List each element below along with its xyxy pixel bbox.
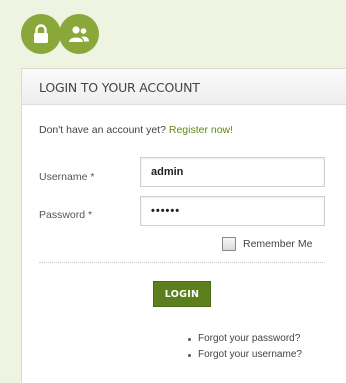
lock-icon[interactable] — [21, 14, 61, 54]
bullet-icon — [188, 337, 191, 341]
remember-me-checkbox[interactable] — [222, 237, 236, 251]
login-button[interactable]: LOGIN — [153, 281, 211, 307]
register-link[interactable]: Register now! — [169, 124, 233, 136]
panel-title: LOGIN TO YOUR ACCOUNT — [39, 80, 200, 95]
username-label: Username * — [39, 171, 95, 183]
remember-me-label[interactable]: Remember Me — [243, 238, 312, 250]
login-page: LOGIN TO YOUR ACCOUNT Don't have an acco… — [0, 0, 346, 383]
password-label: Password * — [39, 209, 93, 221]
panel-header: LOGIN TO YOUR ACCOUNT — [22, 69, 346, 105]
login-panel: LOGIN TO YOUR ACCOUNT Don't have an acco… — [21, 68, 346, 383]
bullet-icon — [188, 353, 191, 357]
list-item: Forgot your password? — [188, 331, 302, 347]
username-field[interactable]: admin — [140, 157, 325, 187]
remember-me[interactable]: Remember Me — [222, 236, 312, 252]
list-item: Forgot your username? — [188, 347, 302, 363]
users-icon[interactable] — [59, 14, 99, 54]
help-links: Forgot your password? Forgot your userna… — [188, 331, 302, 363]
forgot-password-link[interactable]: Forgot your password? — [198, 331, 300, 347]
signup-prompt: Don't have an account yet? Register now! — [39, 124, 233, 136]
divider — [39, 262, 325, 263]
password-field[interactable]: •••••• — [140, 196, 325, 226]
signup-prompt-text: Don't have an account yet? — [39, 124, 166, 136]
forgot-username-link[interactable]: Forgot your username? — [198, 347, 302, 363]
